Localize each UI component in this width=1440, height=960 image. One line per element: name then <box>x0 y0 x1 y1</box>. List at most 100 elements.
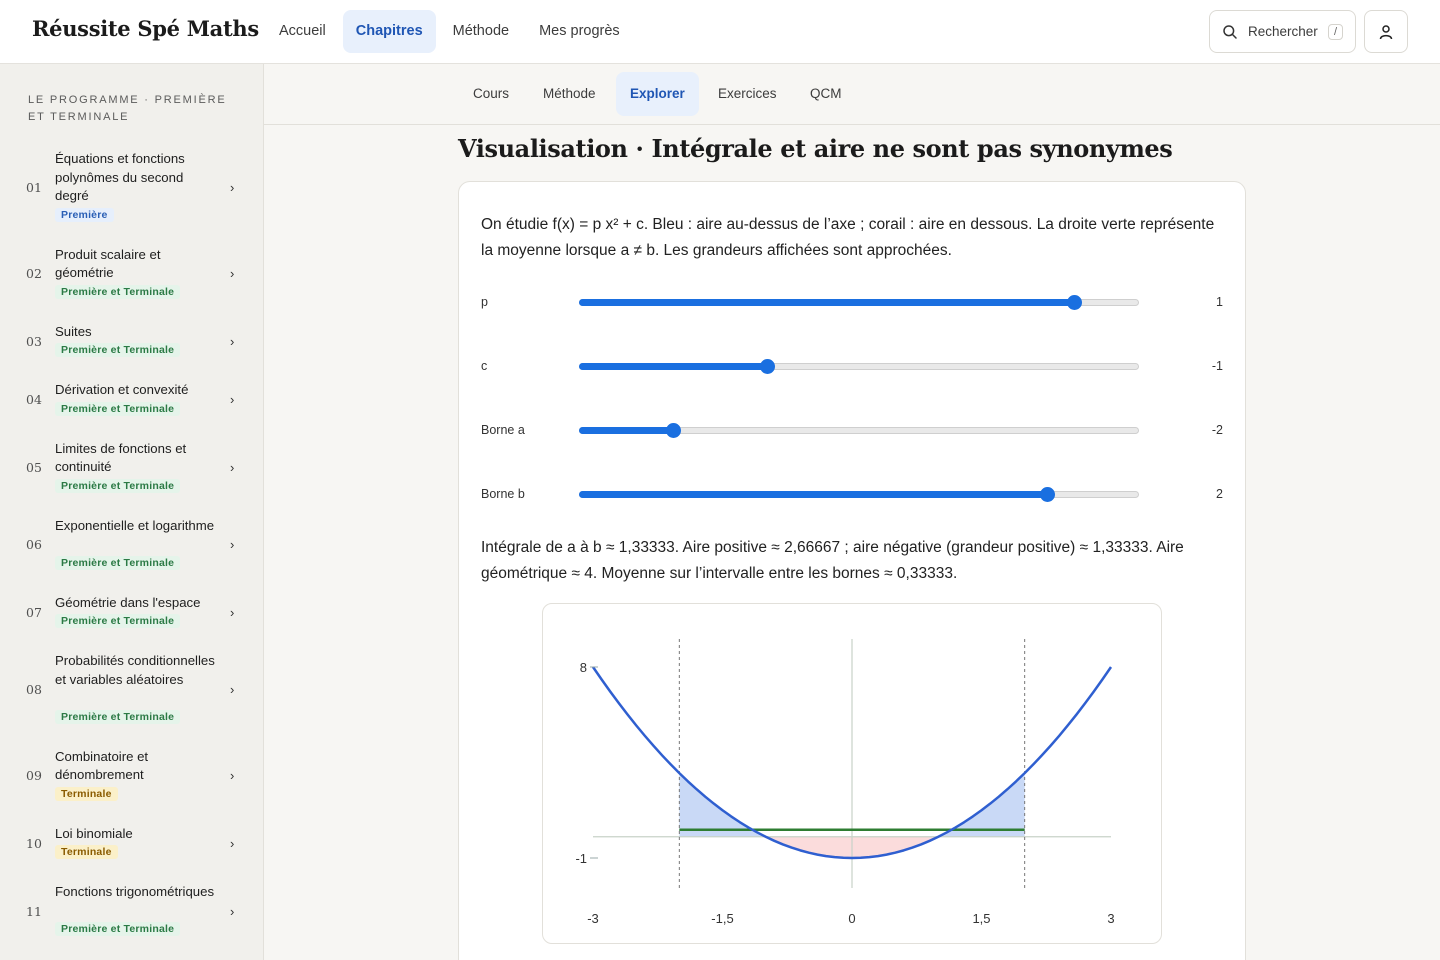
chevron-right-icon: › <box>230 460 235 475</box>
chapter-number: 11 <box>26 903 42 919</box>
level-badge: Première <box>55 207 114 222</box>
level-badge: Terminale <box>55 786 118 801</box>
sidebar-chapter-11[interactable]: 11 Fonctions trigonométriques Première et … <box>0 883 263 942</box>
chapter-number: 03 <box>26 333 42 349</box>
chapter-title: Équations et fonctions polynômes du seco… <box>55 151 185 203</box>
chapter-title: Produit scalaire et géométrie <box>55 246 161 281</box>
chapter-title: Combinatoire et dénombrement <box>55 748 149 783</box>
intro-text: On étudie f(x) = p x² + c. Bleu : aire a… <box>481 216 1215 259</box>
slider-borne-b: Borne b 2 <box>481 485 1226 505</box>
nav-mes-progres[interactable]: Mes progrès <box>526 10 633 53</box>
sidebar-chapter-02[interactable]: 02 Produit scalaire et géométrie Première … <box>0 246 263 305</box>
site-logo[interactable]: Réussite Spé Maths <box>32 16 259 41</box>
slider-fill <box>579 491 1046 498</box>
sidebar-chapter-09[interactable]: 09 Combinatoire et dénombrement Terminale › <box>0 748 263 807</box>
chevron-right-icon: › <box>230 333 235 349</box>
x-tick-label: -3 <box>587 911 599 926</box>
search-shortcut: / <box>1327 23 1343 40</box>
chevron-right-icon: › <box>230 392 235 408</box>
search-icon <box>1223 24 1237 39</box>
slider-borne-b-track[interactable] <box>579 487 1139 502</box>
chevron-right-icon: › <box>230 681 235 697</box>
user-icon <box>1379 24 1393 39</box>
tab-cours[interactable]: Cours <box>459 72 523 116</box>
level-badge: Première et Terminale <box>55 284 181 299</box>
chevron-right-icon: › <box>230 266 235 281</box>
chevron-right-icon: › <box>230 604 235 620</box>
nav-methode[interactable]: Méthode <box>440 10 522 53</box>
level-badge: Première et Terminale <box>55 401 181 416</box>
slider-label: Borne b <box>481 487 525 501</box>
level-badge: Première et Terminale <box>55 922 181 936</box>
chapter-title: Dérivation et convexité <box>55 382 189 397</box>
chapter-title: Loi binomiale <box>55 825 133 841</box>
result-text: Intégrale de a à b ≈ 1,33333. Aire posit… <box>481 539 1184 582</box>
tab-qcm[interactable]: QCM <box>796 72 856 116</box>
nav-chapitres[interactable]: Chapitres <box>342 10 436 53</box>
slider-thumb[interactable] <box>1039 487 1055 502</box>
sidebar-chapter-03[interactable]: 03 Suites Première et Terminale › <box>0 323 263 364</box>
sidebar-chapter-05[interactable]: 05 Limites de fonctions et continuité Prem… <box>0 440 263 499</box>
slider-p-track[interactable] <box>579 295 1139 310</box>
integral-chart: 8 -1 -3 -1,5 0 1,5 3 <box>542 603 1162 944</box>
sidebar-chapter-07[interactable]: 07 Géométrie dans l'espace Première et Ter… <box>0 594 263 635</box>
top-bar: Réussite Spé Maths Accueil Chapitres Mét… <box>0 0 1440 64</box>
chapter-number: 10 <box>26 835 42 851</box>
slider-value: 1 <box>1216 295 1223 309</box>
sidebar-chapter-10[interactable]: 10 Loi binomiale Terminale › <box>0 825 263 866</box>
tab-exercices[interactable]: Exercices <box>704 72 791 116</box>
chevron-right-icon: › <box>230 903 235 919</box>
slider-thumb[interactable] <box>1067 295 1083 310</box>
slider-p: p 1 <box>481 293 1226 313</box>
sidebar-chapter-06[interactable]: 06 Exponentielle et logarithme Première et… <box>0 517 263 576</box>
chevron-right-icon: › <box>230 537 235 552</box>
slider-c: c -1 <box>481 357 1226 377</box>
y-tick-label: -1 <box>575 851 587 866</box>
slider-label: c <box>481 359 488 373</box>
chapter-title: Suites <box>55 323 92 339</box>
chapter-number: 02 <box>26 266 42 281</box>
x-tick-label: -1,5 <box>711 911 733 926</box>
search-button[interactable]: Rechercher / <box>1209 10 1356 53</box>
slider-thumb[interactable] <box>666 423 682 438</box>
slider-thumb[interactable] <box>759 359 775 374</box>
slider-borne-a-track[interactable] <box>579 423 1139 438</box>
slider-value: -2 <box>1211 423 1223 437</box>
slider-c-track[interactable] <box>579 359 1139 374</box>
level-badge: Terminale <box>55 845 118 859</box>
slider-label: p <box>481 295 488 309</box>
y-tick-label: 8 <box>580 660 587 675</box>
chevron-right-icon: › <box>230 179 235 195</box>
nav-accueil[interactable]: Accueil <box>266 10 339 53</box>
positive-area-left <box>679 773 766 837</box>
chapter-number: 07 <box>26 604 42 620</box>
level-badge: Première et Terminale <box>55 614 181 628</box>
slider-value: -1 <box>1211 359 1223 373</box>
chapter-tabs: Cours Méthode Explorer Exercices QCM <box>264 64 1440 125</box>
x-tick-label: 1,5 <box>972 911 990 926</box>
chapter-number: 06 <box>26 537 42 552</box>
level-badge: Première et Terminale <box>55 709 181 724</box>
sidebar-chapter-04[interactable]: 04 Dérivation et convexité Première et Ter… <box>0 381 263 422</box>
search-label: Rechercher <box>1248 24 1318 39</box>
x-tick-label: 0 <box>848 911 855 926</box>
x-tick-label: 3 <box>1107 911 1114 926</box>
slider-fill <box>579 299 1074 306</box>
page-title: Visualisation · Intégrale et aire ne son… <box>458 134 1173 163</box>
sidebar-chapter-01[interactable]: 01 Équations et fonctions polynômes du se… <box>0 150 263 228</box>
chapters-sidebar: Le programme · Première et Terminale 01 É… <box>0 64 264 960</box>
chapter-number: 04 <box>26 392 42 408</box>
tab-methode[interactable]: Méthode <box>529 72 610 116</box>
chapter-number: 09 <box>26 768 42 783</box>
chapter-title: Probabilités conditionnelles et variable… <box>55 653 215 687</box>
sidebar-chapter-08[interactable]: 08 Probabilités conditionnelles et variab… <box>0 652 263 730</box>
chapter-number: 08 <box>26 681 42 697</box>
sidebar-heading: Le programme · Première et Terminale <box>28 94 227 123</box>
positive-area-right <box>938 773 1025 837</box>
chapter-title: Exponentielle et logarithme <box>55 517 215 533</box>
level-badge: Première et Terminale <box>55 343 181 357</box>
slider-fill <box>579 427 673 434</box>
chapter-title: Limites de fonctions et continuité <box>55 440 187 475</box>
account-button[interactable] <box>1364 10 1408 53</box>
tab-explorer[interactable]: Explorer <box>616 72 699 116</box>
